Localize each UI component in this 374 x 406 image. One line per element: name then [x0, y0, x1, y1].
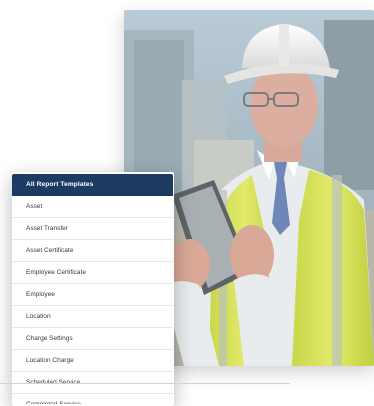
- list-item-charge-settings[interactable]: Charge Settings: [12, 328, 173, 350]
- list-item-employee[interactable]: Employee: [12, 284, 173, 306]
- list-item-asset-transfer[interactable]: Asset Transfer: [12, 218, 173, 240]
- divider-line: [0, 383, 290, 384]
- list-item-employee-certificate[interactable]: Employee Certificate: [12, 262, 173, 284]
- list-item-location-charge[interactable]: Location Charge: [12, 350, 173, 372]
- list-item-location[interactable]: Location: [12, 306, 173, 328]
- report-template-list: Asset Asset Transfer Asset Certificate E…: [12, 196, 173, 404]
- list-item-asset[interactable]: Asset: [12, 196, 173, 218]
- report-templates-panel: All Report Templates Asset Asset Transfe…: [12, 174, 173, 404]
- panel-header: All Report Templates: [12, 174, 173, 196]
- list-item-asset-certificate[interactable]: Asset Certificate: [12, 240, 173, 262]
